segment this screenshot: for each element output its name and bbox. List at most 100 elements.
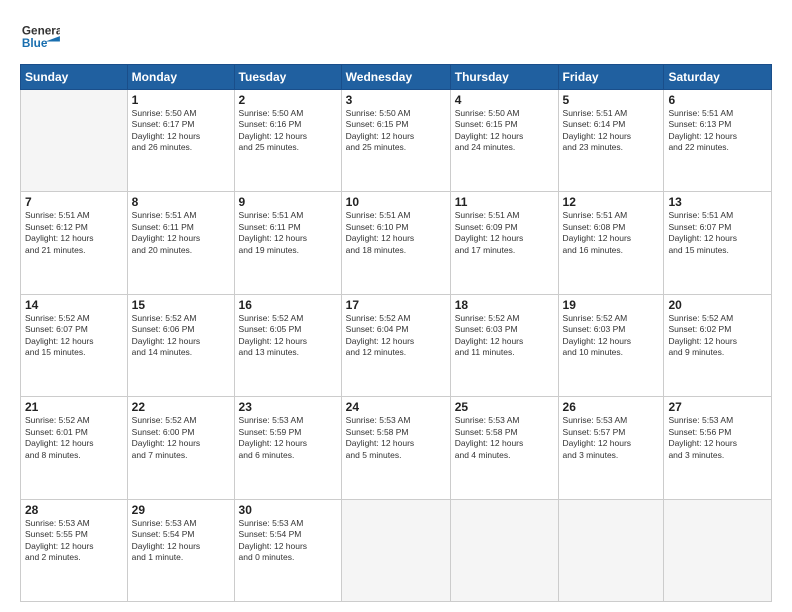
day-info: Sunrise: 5:52 AM Sunset: 6:02 PM Dayligh… <box>668 313 767 359</box>
calendar-table: SundayMondayTuesdayWednesdayThursdayFrid… <box>20 64 772 602</box>
calendar-cell: 10Sunrise: 5:51 AM Sunset: 6:10 PM Dayli… <box>341 192 450 294</box>
day-info: Sunrise: 5:51 AM Sunset: 6:10 PM Dayligh… <box>346 210 446 256</box>
calendar-cell: 26Sunrise: 5:53 AM Sunset: 5:57 PM Dayli… <box>558 397 664 499</box>
calendar-cell: 15Sunrise: 5:52 AM Sunset: 6:06 PM Dayli… <box>127 294 234 396</box>
calendar-cell: 4Sunrise: 5:50 AM Sunset: 6:15 PM Daylig… <box>450 90 558 192</box>
day-number: 17 <box>346 298 446 312</box>
day-number: 3 <box>346 93 446 107</box>
day-info: Sunrise: 5:51 AM Sunset: 6:12 PM Dayligh… <box>25 210 123 256</box>
calendar-cell: 8Sunrise: 5:51 AM Sunset: 6:11 PM Daylig… <box>127 192 234 294</box>
calendar-cell: 6Sunrise: 5:51 AM Sunset: 6:13 PM Daylig… <box>664 90 772 192</box>
day-info: Sunrise: 5:51 AM Sunset: 6:09 PM Dayligh… <box>455 210 554 256</box>
day-number: 11 <box>455 195 554 209</box>
calendar-row: 28Sunrise: 5:53 AM Sunset: 5:55 PM Dayli… <box>21 499 772 601</box>
day-info: Sunrise: 5:52 AM Sunset: 6:07 PM Dayligh… <box>25 313 123 359</box>
day-number: 12 <box>563 195 660 209</box>
day-info: Sunrise: 5:52 AM Sunset: 6:06 PM Dayligh… <box>132 313 230 359</box>
calendar-cell: 29Sunrise: 5:53 AM Sunset: 5:54 PM Dayli… <box>127 499 234 601</box>
calendar-cell: 3Sunrise: 5:50 AM Sunset: 6:15 PM Daylig… <box>341 90 450 192</box>
day-info: Sunrise: 5:51 AM Sunset: 6:11 PM Dayligh… <box>239 210 337 256</box>
day-info: Sunrise: 5:50 AM Sunset: 6:17 PM Dayligh… <box>132 108 230 154</box>
logo: General Blue <box>20 18 60 56</box>
day-info: Sunrise: 5:53 AM Sunset: 5:57 PM Dayligh… <box>563 415 660 461</box>
day-number: 9 <box>239 195 337 209</box>
day-number: 7 <box>25 195 123 209</box>
day-number: 22 <box>132 400 230 414</box>
calendar-header-cell: Monday <box>127 65 234 90</box>
calendar-header-row: SundayMondayTuesdayWednesdayThursdayFrid… <box>21 65 772 90</box>
day-info: Sunrise: 5:51 AM Sunset: 6:08 PM Dayligh… <box>563 210 660 256</box>
day-info: Sunrise: 5:52 AM Sunset: 6:03 PM Dayligh… <box>455 313 554 359</box>
day-info: Sunrise: 5:52 AM Sunset: 6:04 PM Dayligh… <box>346 313 446 359</box>
calendar-cell: 19Sunrise: 5:52 AM Sunset: 6:03 PM Dayli… <box>558 294 664 396</box>
calendar-cell: 7Sunrise: 5:51 AM Sunset: 6:12 PM Daylig… <box>21 192 128 294</box>
day-number: 20 <box>668 298 767 312</box>
day-number: 1 <box>132 93 230 107</box>
day-number: 18 <box>455 298 554 312</box>
calendar-cell <box>558 499 664 601</box>
day-number: 23 <box>239 400 337 414</box>
calendar-cell: 20Sunrise: 5:52 AM Sunset: 6:02 PM Dayli… <box>664 294 772 396</box>
day-number: 21 <box>25 400 123 414</box>
calendar-cell: 24Sunrise: 5:53 AM Sunset: 5:58 PM Dayli… <box>341 397 450 499</box>
calendar-cell: 22Sunrise: 5:52 AM Sunset: 6:00 PM Dayli… <box>127 397 234 499</box>
day-info: Sunrise: 5:50 AM Sunset: 6:15 PM Dayligh… <box>455 108 554 154</box>
day-number: 10 <box>346 195 446 209</box>
day-info: Sunrise: 5:50 AM Sunset: 6:16 PM Dayligh… <box>239 108 337 154</box>
day-number: 14 <box>25 298 123 312</box>
logo-icon: General Blue <box>20 18 60 56</box>
day-number: 2 <box>239 93 337 107</box>
calendar-cell: 11Sunrise: 5:51 AM Sunset: 6:09 PM Dayli… <box>450 192 558 294</box>
day-info: Sunrise: 5:53 AM Sunset: 5:56 PM Dayligh… <box>668 415 767 461</box>
day-info: Sunrise: 5:53 AM Sunset: 5:54 PM Dayligh… <box>132 518 230 564</box>
day-info: Sunrise: 5:53 AM Sunset: 5:54 PM Dayligh… <box>239 518 337 564</box>
day-number: 16 <box>239 298 337 312</box>
day-info: Sunrise: 5:53 AM Sunset: 5:58 PM Dayligh… <box>346 415 446 461</box>
calendar-cell: 13Sunrise: 5:51 AM Sunset: 6:07 PM Dayli… <box>664 192 772 294</box>
day-info: Sunrise: 5:51 AM Sunset: 6:13 PM Dayligh… <box>668 108 767 154</box>
calendar-cell <box>450 499 558 601</box>
day-number: 26 <box>563 400 660 414</box>
calendar-cell: 27Sunrise: 5:53 AM Sunset: 5:56 PM Dayli… <box>664 397 772 499</box>
calendar-cell: 25Sunrise: 5:53 AM Sunset: 5:58 PM Dayli… <box>450 397 558 499</box>
calendar-header-cell: Wednesday <box>341 65 450 90</box>
calendar-row: 21Sunrise: 5:52 AM Sunset: 6:01 PM Dayli… <box>21 397 772 499</box>
day-number: 6 <box>668 93 767 107</box>
day-number: 19 <box>563 298 660 312</box>
calendar-cell: 21Sunrise: 5:52 AM Sunset: 6:01 PM Dayli… <box>21 397 128 499</box>
calendar-cell: 16Sunrise: 5:52 AM Sunset: 6:05 PM Dayli… <box>234 294 341 396</box>
day-number: 29 <box>132 503 230 517</box>
svg-text:Blue: Blue <box>22 37 48 50</box>
day-info: Sunrise: 5:53 AM Sunset: 5:59 PM Dayligh… <box>239 415 337 461</box>
day-info: Sunrise: 5:51 AM Sunset: 6:11 PM Dayligh… <box>132 210 230 256</box>
calendar-header-cell: Friday <box>558 65 664 90</box>
svg-text:General: General <box>22 24 60 37</box>
day-number: 4 <box>455 93 554 107</box>
calendar-cell: 30Sunrise: 5:53 AM Sunset: 5:54 PM Dayli… <box>234 499 341 601</box>
day-number: 30 <box>239 503 337 517</box>
day-info: Sunrise: 5:52 AM Sunset: 6:00 PM Dayligh… <box>132 415 230 461</box>
calendar-cell: 9Sunrise: 5:51 AM Sunset: 6:11 PM Daylig… <box>234 192 341 294</box>
calendar-row: 7Sunrise: 5:51 AM Sunset: 6:12 PM Daylig… <box>21 192 772 294</box>
day-number: 24 <box>346 400 446 414</box>
calendar-cell: 5Sunrise: 5:51 AM Sunset: 6:14 PM Daylig… <box>558 90 664 192</box>
calendar-cell <box>664 499 772 601</box>
day-number: 27 <box>668 400 767 414</box>
day-info: Sunrise: 5:51 AM Sunset: 6:07 PM Dayligh… <box>668 210 767 256</box>
calendar-row: 14Sunrise: 5:52 AM Sunset: 6:07 PM Dayli… <box>21 294 772 396</box>
calendar-cell: 28Sunrise: 5:53 AM Sunset: 5:55 PM Dayli… <box>21 499 128 601</box>
calendar-cell <box>341 499 450 601</box>
day-number: 15 <box>132 298 230 312</box>
day-info: Sunrise: 5:51 AM Sunset: 6:14 PM Dayligh… <box>563 108 660 154</box>
calendar-header-cell: Sunday <box>21 65 128 90</box>
header: General Blue <box>20 18 772 56</box>
day-info: Sunrise: 5:50 AM Sunset: 6:15 PM Dayligh… <box>346 108 446 154</box>
calendar-header-cell: Thursday <box>450 65 558 90</box>
day-number: 8 <box>132 195 230 209</box>
day-info: Sunrise: 5:53 AM Sunset: 5:58 PM Dayligh… <box>455 415 554 461</box>
calendar-cell: 18Sunrise: 5:52 AM Sunset: 6:03 PM Dayli… <box>450 294 558 396</box>
day-number: 5 <box>563 93 660 107</box>
calendar-cell: 14Sunrise: 5:52 AM Sunset: 6:07 PM Dayli… <box>21 294 128 396</box>
calendar-row: 1Sunrise: 5:50 AM Sunset: 6:17 PM Daylig… <box>21 90 772 192</box>
day-number: 13 <box>668 195 767 209</box>
